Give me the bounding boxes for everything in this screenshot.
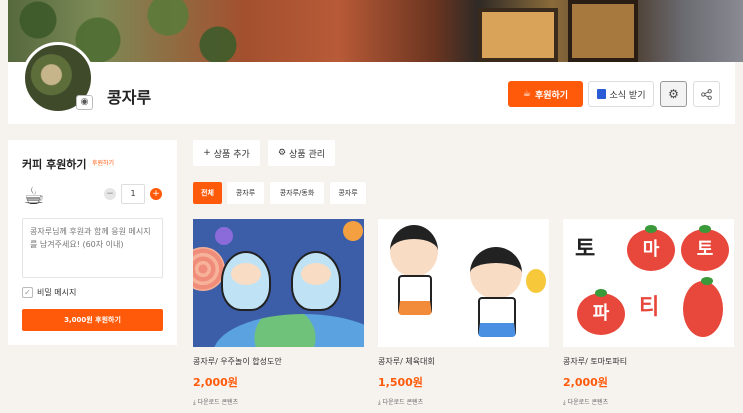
support-button[interactable]: ☕ 후원하기 xyxy=(508,81,583,107)
earth-illustration xyxy=(213,314,364,347)
add-product-label: 상품 추가 xyxy=(213,149,250,160)
child-illustration xyxy=(470,247,522,299)
cover-image xyxy=(8,0,743,62)
download-icon: ⤓ xyxy=(193,399,196,406)
product-card[interactable]: 콩자루/ 체육대회 1,500원 ⤓ 다운로드 콘텐츠 xyxy=(378,219,549,407)
product-price: 2,000원 xyxy=(193,376,238,389)
product-title[interactable]: 콩자루/ 체육대회 xyxy=(378,356,549,367)
astronaut-illustration xyxy=(221,251,271,311)
subscribe-news-button[interactable]: 소식 받기 xyxy=(588,81,654,107)
planet-illustration xyxy=(215,227,233,245)
ball-illustration xyxy=(526,269,546,293)
gear-icon: ⚙ xyxy=(277,148,287,158)
product-thumbnail[interactable] xyxy=(193,219,364,347)
secret-message-toggle[interactable]: ✓ 비밀 메시지 xyxy=(22,287,76,298)
manage-product-button[interactable]: ⚙ 상품 관리 xyxy=(268,140,335,166)
cover-door xyxy=(568,0,638,62)
astronaut-illustration xyxy=(291,251,341,311)
tab-all[interactable]: 전체 xyxy=(193,182,222,204)
coffee-cup-icon: ☕ xyxy=(23,182,45,210)
support-message-input[interactable] xyxy=(22,218,163,278)
quantity-minus-button[interactable]: − xyxy=(104,188,116,200)
download-content-label: 다운로드 콘텐츠 xyxy=(197,399,239,406)
profile-bar: ◉ 콩자루 ☕ 후원하기 소식 받기 ⚙ xyxy=(8,42,735,124)
tomato-character-illustration xyxy=(683,277,723,337)
tomato-letter: 티 xyxy=(639,295,660,320)
product-card[interactable]: 토 마 토 파 티 콩자루/ 토마토파티 2,000원 ⤓ 다운로드 콘텐츠 xyxy=(563,219,734,407)
download-content-label: 다운로드 콘텐츠 xyxy=(567,399,609,406)
gear-icon: ⚙ xyxy=(668,87,679,101)
download-icon: ⤓ xyxy=(563,399,566,406)
product-thumbnail[interactable]: 토 마 토 파 티 xyxy=(563,219,734,347)
card-title: 커피 후원하기 xyxy=(22,158,87,171)
child-body-illustration xyxy=(398,275,432,315)
download-content-tag: ⤓ 다운로드 콘텐츠 xyxy=(193,397,364,407)
tab-kongjaru-fairytale[interactable]: 콩자루/동화 xyxy=(270,182,324,204)
quantity-plus-button[interactable]: + xyxy=(150,188,162,200)
plus-icon: + xyxy=(203,148,211,158)
product-title[interactable]: 콩자루/ 우주놀이 합성도안 xyxy=(193,356,364,367)
profile-name: 콩자루 xyxy=(107,88,152,107)
support-button-label: 후원하기 xyxy=(534,90,569,101)
checkbox[interactable]: ✓ xyxy=(22,287,33,298)
share-icon xyxy=(701,88,712,100)
coffee-support-card: 커피 후원하기 후원하기 ☕ − 1 + ✓ 비밀 메시지 3,000원 후원하… xyxy=(8,140,177,345)
tomato-letter: 파 xyxy=(577,289,625,335)
product-price: 1,500원 xyxy=(378,376,423,389)
camera-icon[interactable]: ◉ xyxy=(76,95,93,110)
add-product-button[interactable]: + 상품 추가 xyxy=(193,140,260,166)
subscribe-news-label: 소식 받기 xyxy=(609,90,646,101)
download-content-tag: ⤓ 다운로드 콘텐츠 xyxy=(378,397,549,407)
tomato-letter: 토 xyxy=(681,225,729,271)
share-button[interactable] xyxy=(693,81,720,107)
quantity-input[interactable]: 1 xyxy=(121,184,145,204)
cover-window xyxy=(478,8,558,62)
download-content-tag: ⤓ 다운로드 콘텐츠 xyxy=(563,397,734,407)
tab-kongjaru[interactable]: 콩자루 xyxy=(227,182,264,204)
card-badge: 후원하기 xyxy=(92,160,115,167)
planet-illustration xyxy=(343,221,363,241)
child-illustration xyxy=(390,225,438,277)
book-icon xyxy=(596,89,606,99)
product-card[interactable]: 콩자루/ 우주놀이 합성도안 2,000원 ⤓ 다운로드 콘텐츠 xyxy=(193,219,364,407)
manage-product-label: 상품 관리 xyxy=(289,149,326,160)
product-title[interactable]: 콩자루/ 토마토파티 xyxy=(563,356,734,367)
settings-button[interactable]: ⚙ xyxy=(660,81,687,107)
child-body-illustration xyxy=(478,297,516,337)
tomato-letter: 토 xyxy=(575,237,596,262)
tab-kongjaru-2[interactable]: 콩자루 xyxy=(330,182,366,204)
pay-support-button[interactable]: 3,000원 후원하기 xyxy=(22,309,163,331)
coffee-cup-icon: ☕ xyxy=(522,89,531,99)
product-thumbnail[interactable] xyxy=(378,219,549,347)
download-content-label: 다운로드 콘텐츠 xyxy=(382,399,424,406)
product-price: 2,000원 xyxy=(563,376,608,389)
secret-message-label: 비밀 메시지 xyxy=(37,288,77,297)
download-icon: ⤓ xyxy=(378,399,381,406)
tomato-letter: 마 xyxy=(627,225,675,271)
